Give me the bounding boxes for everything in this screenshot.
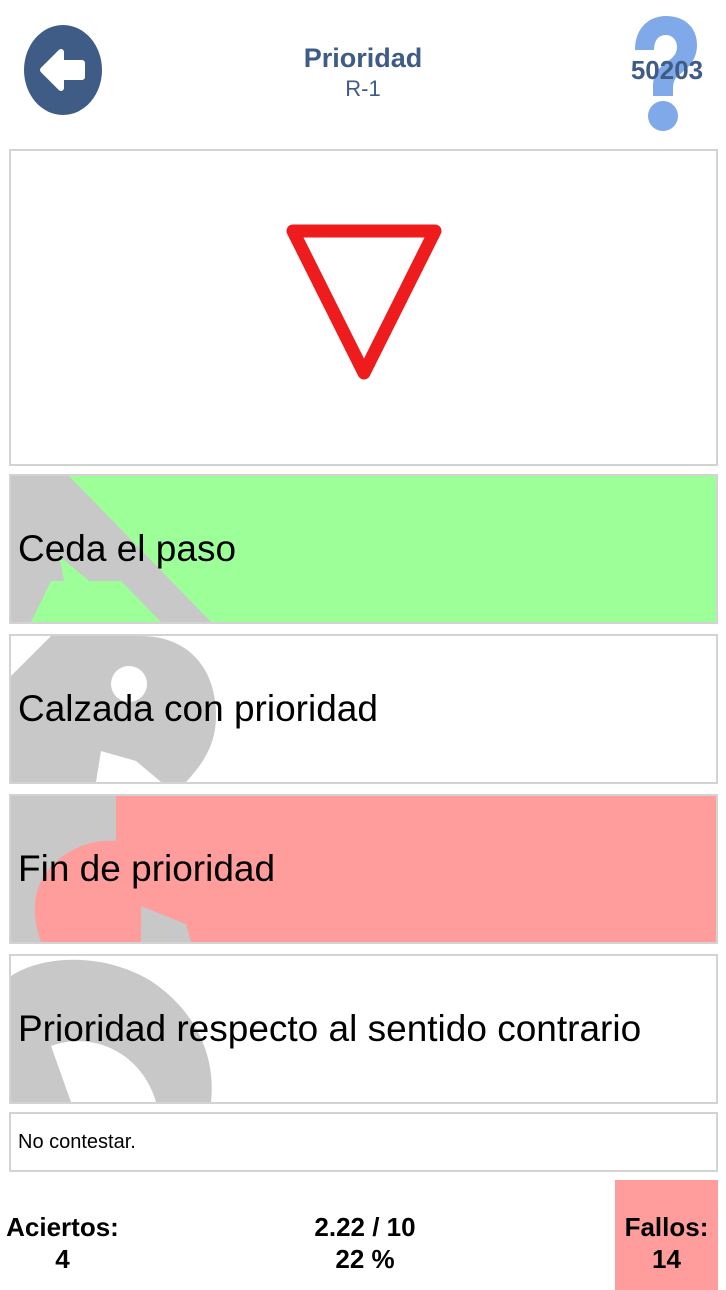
fails-label: Fallos: (624, 1212, 709, 1242)
arrow-left-icon (40, 49, 85, 91)
page-title: Prioridad (303, 43, 423, 73)
answer-label: Ceda el paso (18, 528, 237, 569)
hits-counter: Aciertos: 4 (5, 1211, 120, 1275)
answer-option-b[interactable]: Calzada con prioridad (9, 634, 718, 784)
score-value: 2.22 / 10 (314, 1212, 416, 1242)
yield-sign-icon (286, 224, 442, 380)
fails-counter: Fallos: 14 (615, 1180, 718, 1290)
answer-option-c[interactable]: Fin de prioridad (9, 794, 718, 944)
score-display: 2.22 / 10 22 % (280, 1211, 450, 1275)
answer-option-d[interactable]: Prioridad respecto al sentido contrario (9, 954, 718, 1104)
question-id: 50203 (630, 55, 704, 85)
quiz-screen: Prioridad R-1 50203 Ceda el paso Calzada (0, 0, 726, 1290)
hits-value: 4 (55, 1244, 70, 1274)
answer-option-a[interactable]: Ceda el paso (9, 474, 718, 624)
fails-value: 14 (652, 1244, 681, 1274)
hits-label: Aciertos: (6, 1212, 119, 1242)
answer-label: Calzada con prioridad (18, 688, 378, 729)
header: Prioridad R-1 50203 (0, 0, 726, 140)
score-percent: 22 % (335, 1244, 395, 1274)
no-answer-label: No contestar. (18, 1130, 136, 1153)
sign-image (9, 149, 718, 466)
back-button[interactable] (24, 25, 102, 115)
sign-code: R-1 (345, 76, 381, 101)
answer-label: Prioridad respecto al sentido contrario (18, 1008, 642, 1049)
help-button[interactable]: 50203 (625, 12, 715, 137)
no-answer-option[interactable]: No contestar. (9, 1112, 718, 1172)
answer-label: Fin de prioridad (18, 848, 276, 889)
